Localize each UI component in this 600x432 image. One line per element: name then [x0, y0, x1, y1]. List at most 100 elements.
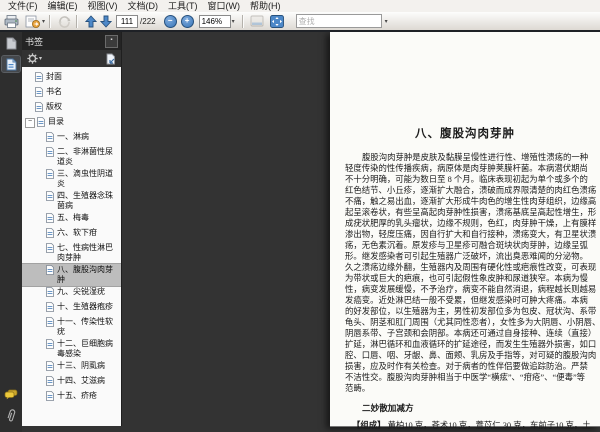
menu-item-1[interactable]: 编辑(E) — [43, 0, 83, 12]
bookmark-label: 二、非淋菌性尿道炎 — [57, 147, 113, 166]
bookmark-item[interactable]: 一、淋病 — [22, 131, 121, 146]
bookmarks-icon — [6, 58, 16, 70]
email-send-icon — [25, 15, 40, 28]
history-button — [57, 15, 72, 28]
page-number-input[interactable] — [116, 14, 139, 28]
bookmark-label: 八、腹股沟肉芽肿 — [57, 265, 113, 284]
bookmark-item[interactable]: 四、生殖器念珠菌病 — [22, 190, 121, 212]
body-text-line: 腔、口唇、咽、牙龈、鼻、面颊、乳房及手指等，对可疑的腹股沟肉芽肿 — [345, 351, 596, 360]
bookmark-item[interactable]: 十四、艾滋病 — [22, 375, 121, 390]
bookmark-label: 九、尖锐湿疣 — [57, 287, 105, 296]
bookmark-item[interactable]: 封面 — [22, 71, 121, 86]
toolbar: ▾ /222 − + 146% ▾ — [0, 12, 600, 32]
body-text-line: 渗出物，轻度压痛，因自行扩大和自行接种，溃疡变大，有卫星状溃 — [345, 230, 596, 239]
document-pane[interactable]: 八、腹股沟肉芽肿 腹股沟肉芽肿是皮肤及黏膜呈慢性进行性、增殖性溃疡的一种 轻度传染… — [122, 32, 600, 432]
pages-panel-button[interactable] — [2, 35, 20, 51]
menu-item-6[interactable]: 帮助(H) — [245, 0, 286, 12]
fit-page-button[interactable] — [269, 14, 284, 28]
bookmark-item[interactable]: 十三、阴虱病 — [22, 360, 121, 375]
bookmark-item[interactable]: 十、生殖器疱疹 — [22, 301, 121, 316]
body-text-line: 轻度传染的性传播疾病，病原体是肉芽肿荚膜杆菌。本病潜伏期尚 — [345, 164, 588, 173]
locate-current-bookmark-button[interactable] — [105, 53, 116, 65]
bookmark-label: 版权 — [46, 102, 62, 111]
collapse-expander-icon[interactable]: − — [25, 118, 35, 128]
menu-item-3[interactable]: 文档(D) — [123, 0, 164, 12]
zoom-in-button[interactable]: + — [180, 14, 194, 28]
menu-item-2[interactable]: 视图(V) — [83, 0, 123, 12]
search-input[interactable] — [295, 14, 382, 28]
section-heading: 二妙散加减方 — [362, 403, 414, 413]
bookmarks-panel-button[interactable] — [1, 55, 21, 73]
print-button[interactable] — [4, 14, 19, 28]
bookmark-options-button[interactable]: ▾ — [27, 53, 42, 64]
bookmark-item[interactable]: 三、滴虫性阴道炎 — [22, 168, 121, 190]
bookmark-label: 五、梅毒 — [57, 213, 89, 222]
bookmark-item[interactable]: 版权 — [22, 101, 121, 116]
bookmark-page-icon — [46, 132, 54, 142]
bookmark-item[interactable]: 书名 — [22, 86, 121, 101]
email-button[interactable]: ▾ — [25, 15, 45, 28]
zoom-out-button[interactable]: − — [163, 14, 177, 28]
bookmark-page-icon — [37, 117, 45, 127]
body-text-line: 为带状或巨大的疤痕，也可引起假性象皮肿和尿道狭窄。本病为慢 — [345, 274, 588, 283]
navigation-panel-strip — [0, 32, 22, 432]
zoom-dropdown-caret[interactable]: ▾ — [232, 18, 235, 25]
next-page-button[interactable] — [100, 15, 113, 28]
bookmark-label: 十二、巨细胞病毒感染 — [57, 339, 113, 358]
page-body: 腹股沟肉芽肿是皮肤及黏膜呈慢性进行性、增殖性溃疡的一种 轻度传染的性传播疾病，病原… — [345, 152, 596, 394]
bookmark-item[interactable]: 七、性病性淋巴肉芽肿 — [22, 242, 121, 264]
bookmark-item[interactable]: 九、尖锐湿疣 — [22, 286, 121, 301]
comments-icon — [4, 389, 18, 399]
zoom-level-field[interactable]: 146% — [198, 14, 231, 28]
recipe-line: 【组成】 黄柏10 克，苍术10 克，薏苡仁 30 克，车前子10 克，土 — [352, 419, 596, 431]
attachments-panel-button[interactable] — [2, 407, 20, 423]
panel-menu-button[interactable]: ▪ — [105, 34, 118, 48]
document-page[interactable]: 八、腹股沟肉芽肿 腹股沟肉芽肿是皮肤及黏膜呈慢性进行性、增殖性溃疡的一种 轻度传染… — [330, 32, 600, 430]
comments-panel-button[interactable] — [2, 386, 20, 402]
options-dropdown-caret[interactable]: ▾ — [39, 55, 42, 62]
body-text-line: 损害，应及时作有关检查。对于病者的性伴侣要做追踪防治。严禁 — [345, 362, 588, 371]
search-dropdown-caret[interactable]: ▾ — [385, 18, 388, 25]
bookmark-page-icon — [35, 102, 43, 112]
bookmark-label: 十一、传染性软疣 — [57, 317, 113, 336]
page-total-label: /222 — [140, 16, 156, 26]
bookmark-item[interactable]: 五、梅毒 — [22, 212, 121, 227]
body-text-line: 发癌变。近处淋巴结一般不受累，但继发感染时可肿大疼痛。本病 — [345, 296, 588, 305]
bookmark-item[interactable]: 十二、巨细胞病毒感染 — [22, 338, 121, 360]
bookmark-page-icon — [46, 376, 54, 386]
bookmark-item[interactable]: 二、非淋菌性尿道炎 — [22, 146, 121, 168]
bookmark-item[interactable]: 六、软下疳 — [22, 227, 121, 242]
toolbar-separator — [76, 14, 79, 28]
paperclip-icon — [7, 409, 15, 422]
email-dropdown-caret[interactable]: ▾ — [42, 18, 45, 25]
pdf-reader-window: 文件(F) 编辑(E) 视图(V) 文档(D) 工具(T) 窗口(W) 帮助(H) ▾ — [0, 0, 600, 432]
bookmark-page-icon — [46, 243, 54, 253]
bookmark-page-icon — [35, 87, 43, 97]
bookmark-item[interactable]: 十一、传染性软疣 — [22, 316, 121, 338]
page-title: 八、腹股沟肉芽肿 — [415, 128, 515, 140]
menu-item-4[interactable]: 工具(T) — [163, 0, 203, 12]
bookmark-label: 十四、艾滋病 — [57, 376, 105, 385]
menu-item-0[interactable]: 文件(F) — [3, 0, 43, 12]
bookmark-page-icon — [46, 391, 54, 401]
recipe-label: 【组成】 — [352, 421, 386, 430]
bookmark-page-icon — [46, 169, 54, 179]
body-text-line: 不十分明确，可能为数日至 8 个月。临床表现初起为单个或多个的 — [345, 175, 588, 184]
bookmark-page-icon — [46, 361, 54, 371]
previous-page-button[interactable] — [85, 14, 98, 28]
body-text-line: 成疣状肥厚的乳头瘤状，边缘不规则，色红，肉芽肿干燥，上有膜样 — [345, 219, 596, 228]
bookmarks-panel-title: 书签 — [25, 36, 44, 47]
bookmark-item[interactable]: − 目录 — [22, 116, 121, 131]
recipe-text: 黄柏10 克，苍术10 克，薏苡仁 30 克，车前子10 克，土 — [385, 421, 591, 430]
bookmark-item[interactable]: 十五、疥疮 — [22, 390, 121, 405]
menu-item-5[interactable]: 窗口(W) — [203, 0, 246, 12]
bookmark-item-selected[interactable]: 八、腹股沟肉芽肿 — [22, 263, 121, 287]
